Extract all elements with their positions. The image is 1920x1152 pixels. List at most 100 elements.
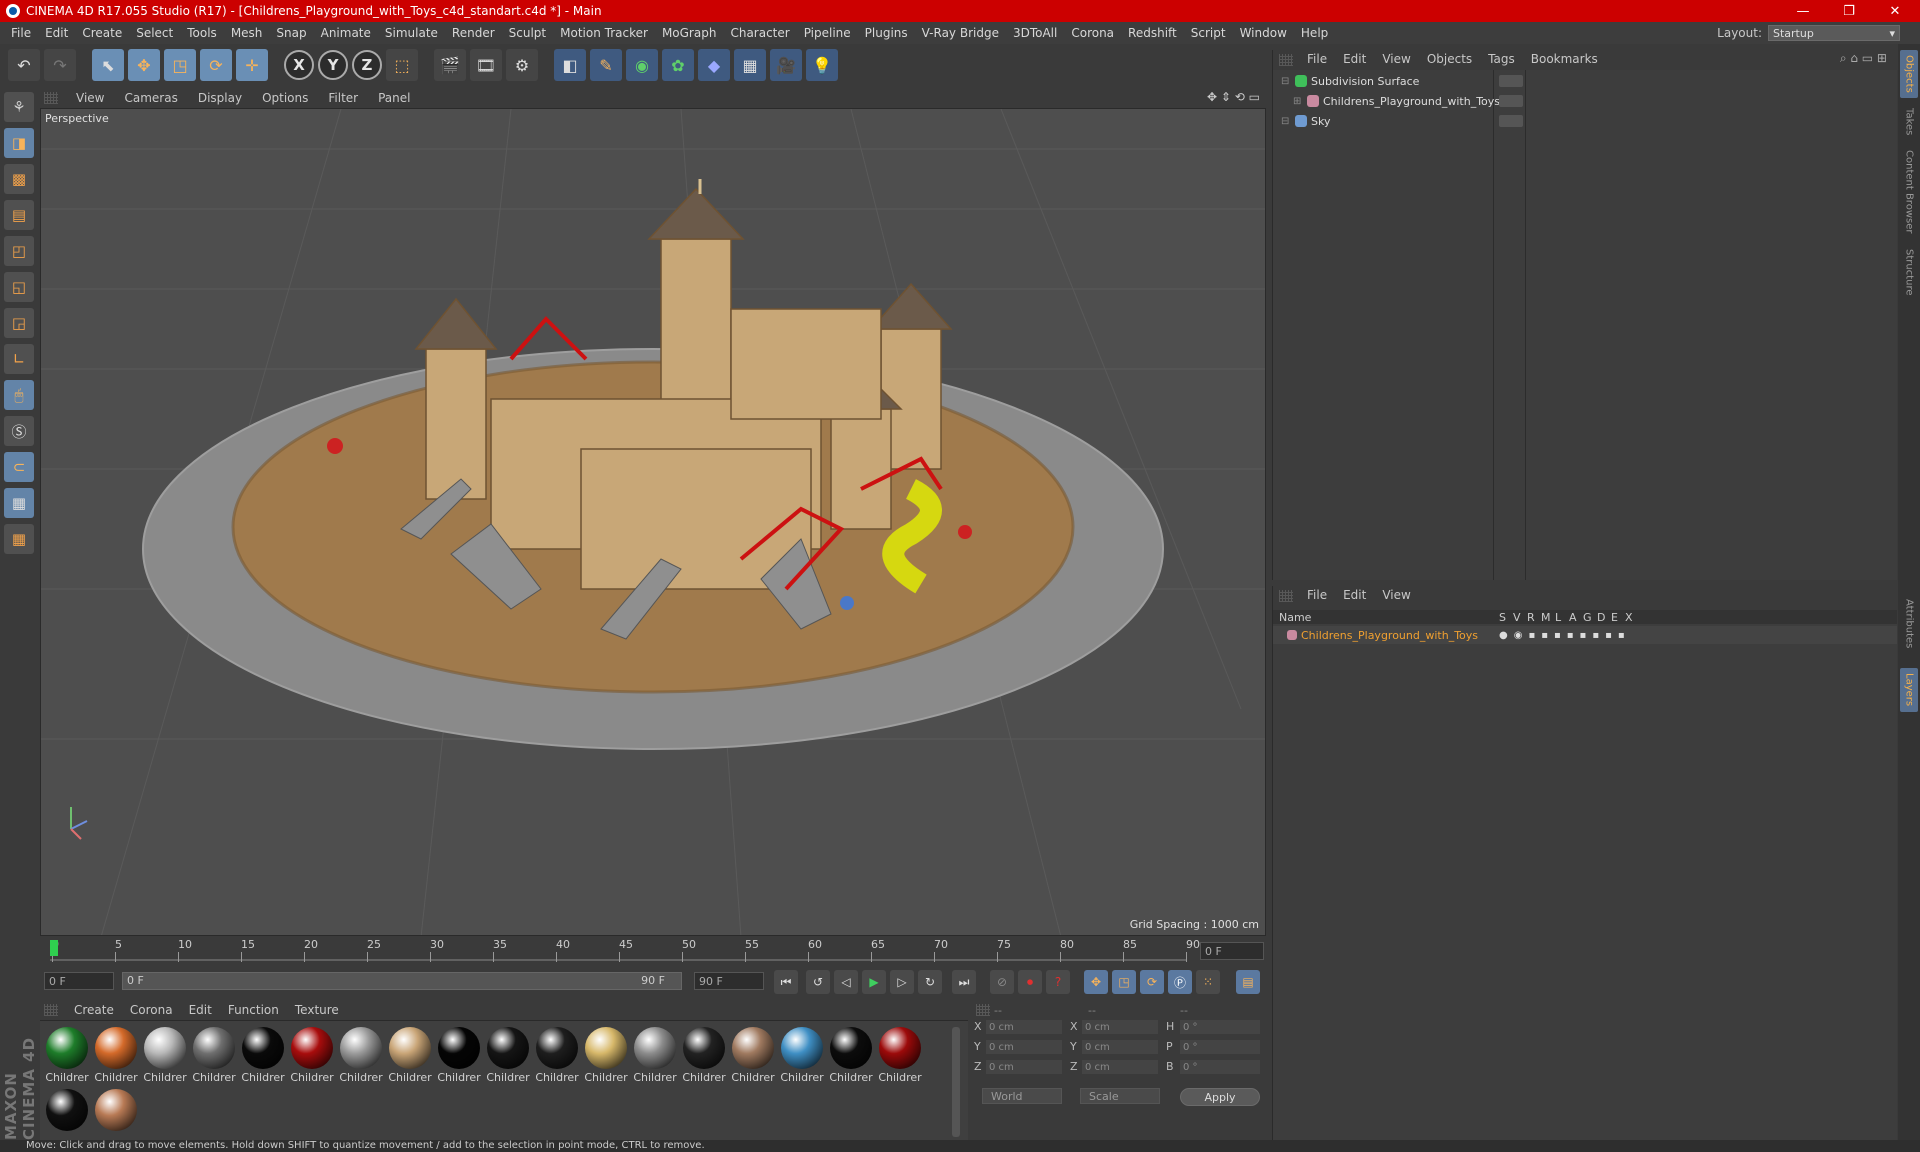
- cloner-button[interactable]: ✿: [662, 49, 694, 81]
- object-row[interactable]: ⊟ Sky: [1273, 112, 1897, 130]
- coord-rotation-field[interactable]: 0 °: [1180, 1040, 1260, 1054]
- live-selection-button[interactable]: ⬉: [92, 49, 124, 81]
- edges-mode-button[interactable]: ◱: [4, 272, 34, 302]
- playhead-marker[interactable]: [50, 940, 58, 956]
- tweak-mode-button[interactable]: 🖱: [4, 380, 34, 410]
- timeline-ruler[interactable]: 051015202530354045505560657075808590 0 F: [40, 938, 1266, 966]
- viewport-menu-options[interactable]: Options: [252, 91, 318, 105]
- coord-position-field[interactable]: 0 cm: [986, 1060, 1062, 1074]
- menu-simulate[interactable]: Simulate: [378, 26, 445, 40]
- start-frame-field[interactable]: 0 F: [44, 972, 114, 990]
- material-swatch[interactable]: Childrer: [289, 1025, 335, 1084]
- menu-create[interactable]: Create: [75, 26, 129, 40]
- coord-size-field[interactable]: 0 cm: [1082, 1040, 1158, 1054]
- material-menu-edit[interactable]: Edit: [181, 1003, 220, 1017]
- minimize-button[interactable]: —: [1780, 0, 1826, 22]
- material-swatch[interactable]: [44, 1087, 90, 1145]
- x-axis-lock-button[interactable]: X: [284, 50, 314, 80]
- size-mode-select[interactable]: Scale: [1080, 1088, 1160, 1104]
- menu-script[interactable]: Script: [1184, 26, 1233, 40]
- menu-file[interactable]: File: [4, 26, 38, 40]
- menu-motion-tracker[interactable]: Motion Tracker: [553, 26, 655, 40]
- frame-range-slider[interactable]: 0 F 90 F: [122, 972, 682, 990]
- coord-size-field[interactable]: 0 cm: [1082, 1020, 1158, 1034]
- coordinate-mode-select[interactable]: World: [982, 1088, 1062, 1104]
- material-swatch[interactable]: Childrer: [583, 1025, 629, 1084]
- render-settings-button[interactable]: ⚙: [506, 49, 538, 81]
- key-scale-button[interactable]: ◳: [1112, 970, 1136, 994]
- viewport-menu-filter[interactable]: Filter: [318, 91, 368, 105]
- apply-button[interactable]: Apply: [1180, 1088, 1260, 1106]
- material-swatch[interactable]: Childrer: [485, 1025, 531, 1084]
- pen-spline-button[interactable]: ✎: [590, 49, 622, 81]
- menu-render[interactable]: Render: [445, 26, 502, 40]
- side-tab-layers[interactable]: Layers: [1900, 668, 1918, 712]
- viewport-menu-display[interactable]: Display: [188, 91, 252, 105]
- texture-mode-button[interactable]: ▩: [4, 164, 34, 194]
- material-swatch[interactable]: Childrer: [877, 1025, 923, 1084]
- material-swatch[interactable]: Childrer: [632, 1025, 678, 1084]
- coord-rotation-field[interactable]: 0 °: [1180, 1020, 1260, 1034]
- object-visibility-dots-icon[interactable]: [1499, 95, 1523, 107]
- key-rotation-button[interactable]: ⟳: [1140, 970, 1164, 994]
- material-swatch[interactable]: Childrer: [387, 1025, 433, 1084]
- menu-help[interactable]: Help: [1294, 26, 1335, 40]
- material-swatch[interactable]: Childrer: [779, 1025, 825, 1084]
- material-swatch[interactable]: Childrer: [44, 1025, 90, 1084]
- side-tab-content-browser[interactable]: Content Browser: [1900, 146, 1918, 238]
- layer-menu-file[interactable]: File: [1299, 588, 1335, 602]
- model-mode-button[interactable]: ◨: [4, 128, 34, 158]
- layer-row[interactable]: Childrens_Playground_with_Toys ●◉▪▪▪▪▪▪▪▪: [1273, 626, 1897, 644]
- undo-button[interactable]: ↶: [8, 49, 40, 81]
- coord-position-field[interactable]: 0 cm: [986, 1040, 1062, 1054]
- layer-color-swatch[interactable]: [1287, 630, 1297, 640]
- expand-toggle-icon[interactable]: ⊟: [1281, 76, 1291, 87]
- subdivision-button[interactable]: ◉: [626, 49, 658, 81]
- object-menu-edit[interactable]: Edit: [1335, 52, 1374, 66]
- z-axis-lock-button[interactable]: Z: [352, 50, 382, 80]
- object-manager-search-icon[interactable]: ⌕ ⌂ ▭ ⊞: [1840, 51, 1887, 66]
- material-menu-texture[interactable]: Texture: [287, 1003, 347, 1017]
- material-swatch[interactable]: Childrer: [338, 1025, 384, 1084]
- object-visibility-dots-icon[interactable]: [1499, 75, 1523, 87]
- end-frame-field[interactable]: 90 F: [694, 972, 764, 990]
- object-row[interactable]: ⊟ Subdivision Surface: [1273, 72, 1897, 90]
- menu-character[interactable]: Character: [723, 26, 796, 40]
- next-frame-button[interactable]: ▷: [890, 970, 914, 994]
- material-swatch[interactable]: Childrer: [240, 1025, 286, 1084]
- material-menu-function[interactable]: Function: [220, 1003, 287, 1017]
- solo-mode-button[interactable]: Ⓢ: [4, 416, 34, 446]
- side-tab-structure[interactable]: Structure: [1900, 242, 1918, 302]
- layer-menu-edit[interactable]: Edit: [1335, 588, 1374, 602]
- key-parameter-button[interactable]: Ⓟ: [1168, 970, 1192, 994]
- y-axis-lock-button[interactable]: Y: [318, 50, 348, 80]
- redo-button[interactable]: ↷: [44, 49, 76, 81]
- object-visibility-dots-icon[interactable]: [1499, 115, 1523, 127]
- menu-select[interactable]: Select: [129, 26, 180, 40]
- object-menu-bookmarks[interactable]: Bookmarks: [1523, 52, 1606, 66]
- object-menu-view[interactable]: View: [1374, 52, 1418, 66]
- menu-sculpt[interactable]: Sculpt: [502, 26, 553, 40]
- menu-mesh[interactable]: Mesh: [224, 26, 270, 40]
- viewport-menu-cameras[interactable]: Cameras: [114, 91, 187, 105]
- transform-tool-button[interactable]: ✛: [236, 49, 268, 81]
- menu-snap[interactable]: Snap: [269, 26, 313, 40]
- coord-rotation-field[interactable]: 0 °: [1180, 1060, 1260, 1074]
- menu-redshift[interactable]: Redshift: [1121, 26, 1184, 40]
- key-pla-button[interactable]: ⁙: [1196, 970, 1220, 994]
- go-to-end-button[interactable]: ⏭: [952, 970, 976, 994]
- coord-position-field[interactable]: 0 cm: [986, 1020, 1062, 1034]
- menu-plugins[interactable]: Plugins: [858, 26, 915, 40]
- go-to-start-button[interactable]: ⏮: [774, 970, 798, 994]
- render-picture-viewer-button[interactable]: 🎞: [470, 49, 502, 81]
- material-swatch[interactable]: [93, 1087, 139, 1145]
- timeline-window-button[interactable]: ▤: [1236, 970, 1260, 994]
- restore-button[interactable]: ❐: [1826, 0, 1872, 22]
- menu-pipeline[interactable]: Pipeline: [797, 26, 858, 40]
- light-button[interactable]: 💡: [806, 49, 838, 81]
- layout-select[interactable]: Startup ▾: [1768, 25, 1900, 41]
- side-tab-takes[interactable]: Takes: [1900, 102, 1918, 142]
- autokey-button[interactable]: ⏺: [1018, 970, 1042, 994]
- move-tool-button[interactable]: ✥: [128, 49, 160, 81]
- expand-toggle-icon[interactable]: ⊞: [1293, 96, 1303, 107]
